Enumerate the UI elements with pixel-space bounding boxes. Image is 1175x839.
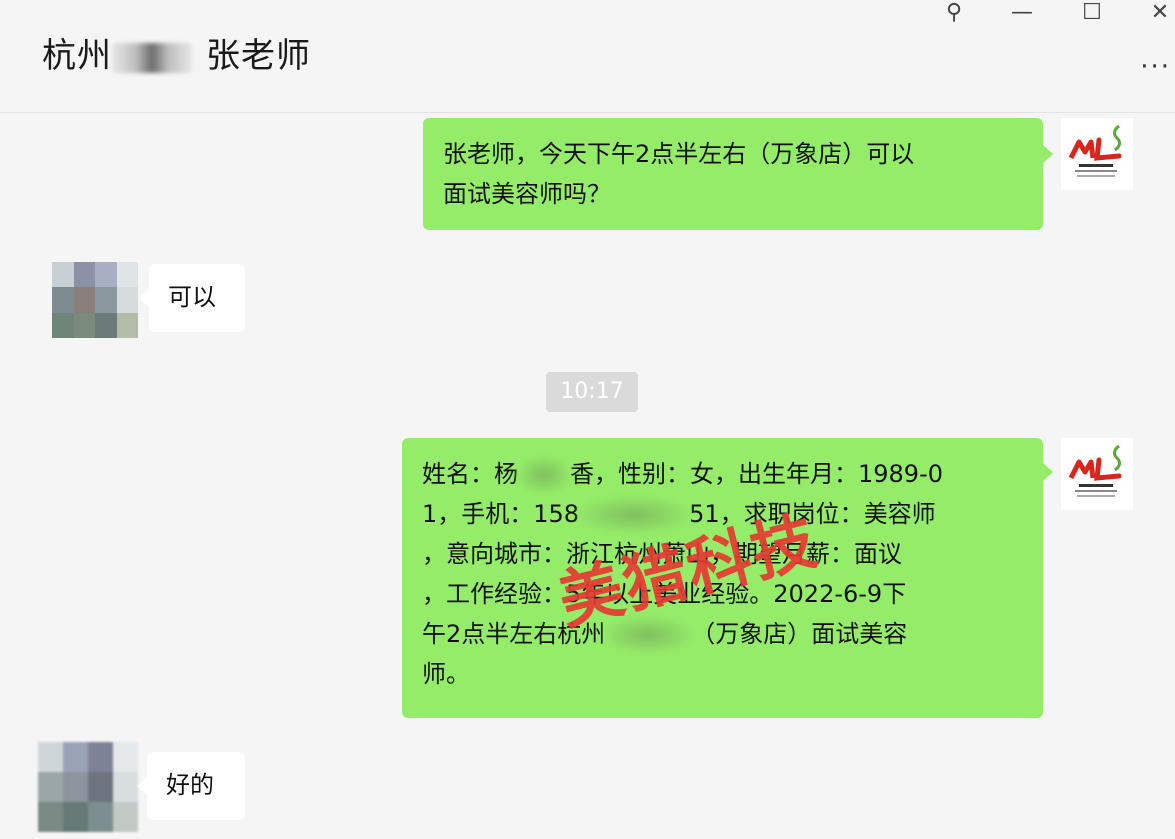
message-text: 可以	[168, 283, 216, 311]
avatar[interactable]	[1061, 438, 1133, 510]
message-text-line: 姓名：杨 香，性别：女，出生年月：1989-0	[422, 454, 1043, 494]
message-text: 好的	[166, 771, 214, 799]
bubble-tail	[1043, 463, 1053, 481]
minimize-button[interactable]: —	[1002, 0, 1042, 26]
message-text-line: 午2点半左右杭州 （万象店）面试美容	[422, 614, 1043, 654]
message-text-segment: （万象店）面试美容	[691, 620, 908, 648]
redacted-name	[112, 42, 192, 73]
bubble-tail	[1043, 145, 1053, 163]
pin-icon[interactable]: ⚲	[934, 0, 974, 26]
message-text-line: 张老师，今天下午2点半左右（万象店）可以	[443, 140, 915, 168]
chat-title-suffix: 张老师	[206, 36, 311, 76]
more-options-button[interactable]: ···	[1140, 52, 1171, 82]
maximize-button[interactable]: ☐	[1072, 0, 1112, 26]
brand-logo-icon	[1061, 118, 1133, 190]
message-text-line: 师。	[422, 660, 470, 688]
message-text-line: 面试美容师吗？	[443, 180, 611, 208]
close-button[interactable]: ✕	[1140, 0, 1175, 26]
message-bubble-sent[interactable]: 张老师，今天下午2点半左右（万象店）可以 面试美容师吗？	[423, 118, 1043, 230]
chat-title-prefix: 杭州	[42, 36, 112, 76]
chat-title: 杭州 张老师	[42, 28, 311, 77]
message-text-segment: 香，性别：女，出生年月：1989-0	[570, 460, 944, 488]
message-bubble-received[interactable]: 好的	[147, 752, 245, 820]
message-bubble-received[interactable]: 可以	[149, 264, 245, 332]
message-text-segment: 姓名：杨	[422, 460, 518, 488]
redacted-text	[518, 457, 570, 493]
message-timestamp: 10:17	[546, 372, 638, 412]
chat-header: 杭州 张老师 ⚲ — ☐ ✕ ···	[0, 0, 1175, 113]
message-text-segment: 1，手机：158	[422, 500, 580, 528]
brand-logo-icon	[1061, 438, 1133, 510]
avatar[interactable]	[52, 262, 138, 338]
bubble-tail	[137, 777, 147, 795]
avatar[interactable]	[38, 742, 138, 832]
bubble-tail	[139, 289, 149, 307]
avatar[interactable]	[1061, 118, 1133, 190]
